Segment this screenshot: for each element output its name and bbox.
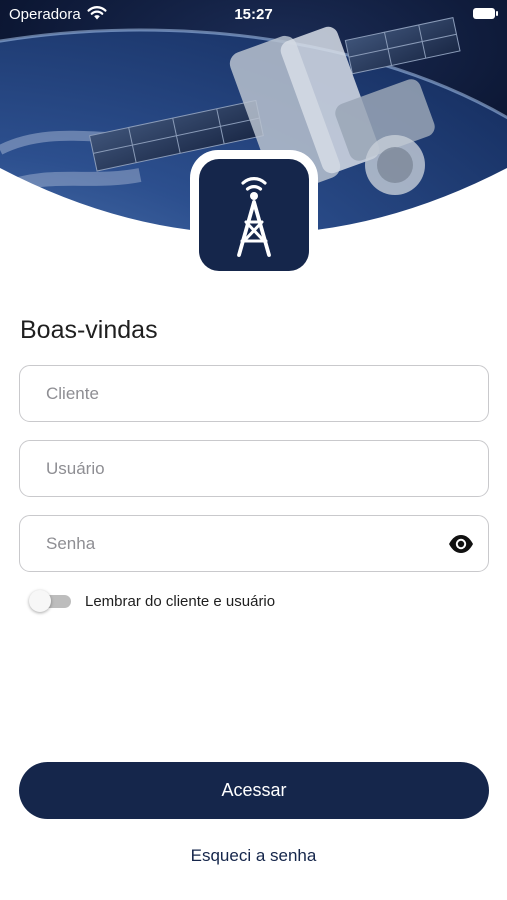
remember-label: Lembrar do cliente e usuário <box>85 592 276 610</box>
user-input[interactable] <box>20 441 488 496</box>
remember-toggle[interactable] <box>29 590 71 612</box>
remember-row: Lembrar do cliente e usuário <box>29 589 275 613</box>
welcome-title: Boas-vindas <box>20 316 158 344</box>
forgot-password-link[interactable]: Esqueci a senha <box>0 846 507 866</box>
password-field <box>19 515 489 572</box>
battery-icon <box>473 8 498 19</box>
antenna-tower-icon <box>237 177 271 257</box>
app-logo <box>190 150 318 280</box>
logo-badge <box>199 159 309 271</box>
client-input[interactable] <box>20 366 488 421</box>
show-password-eye-icon[interactable] <box>448 533 474 555</box>
status-time: 15:27 <box>234 6 273 23</box>
status-bar: Operadora 15:27 <box>0 0 507 28</box>
toggle-knob <box>29 590 51 612</box>
user-field <box>19 440 489 497</box>
submit-button[interactable]: Acessar <box>19 762 489 819</box>
client-field <box>19 365 489 422</box>
password-input[interactable] <box>20 516 488 571</box>
